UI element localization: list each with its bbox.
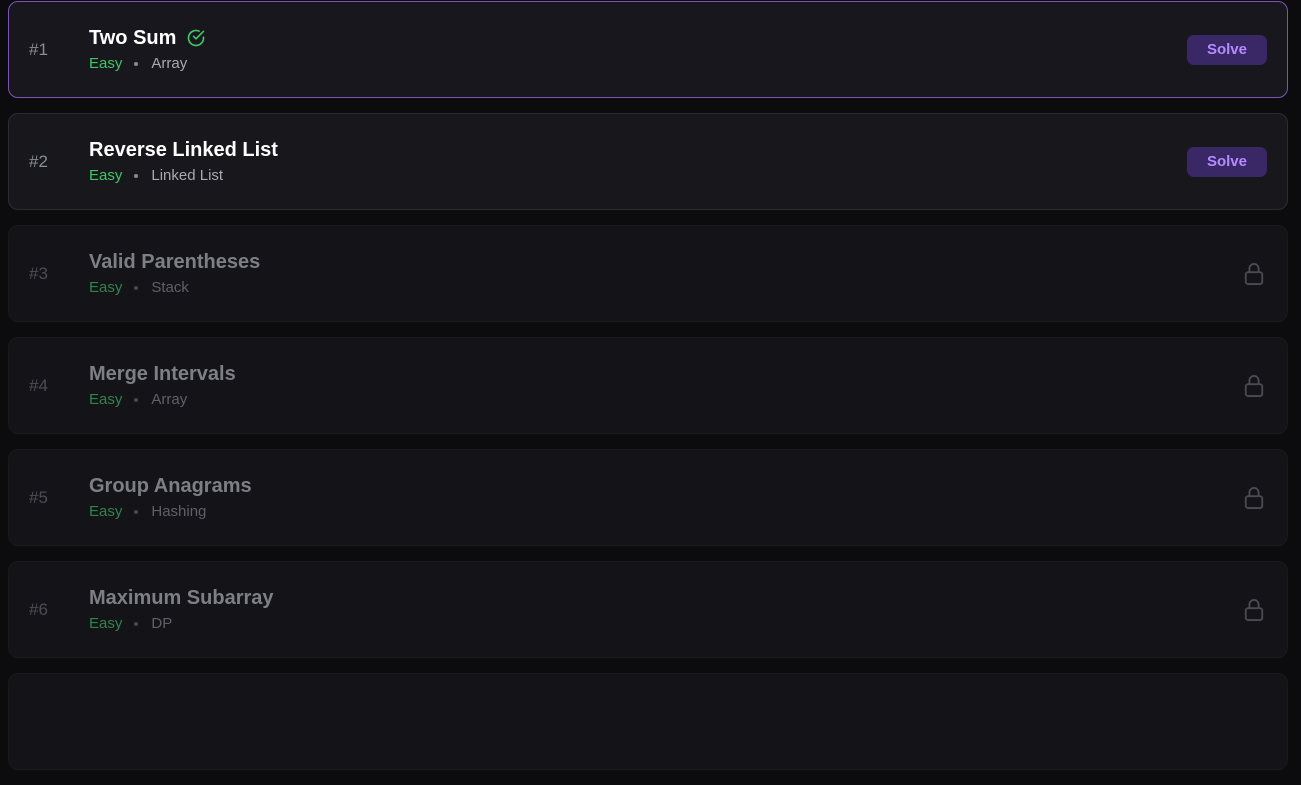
problem-title: Reverse Linked List [89, 139, 278, 161]
problem-meta: Easy Array [89, 55, 206, 72]
lock-icon [1244, 598, 1264, 621]
difficulty-label: Easy [89, 615, 123, 632]
separator-dot [134, 61, 139, 66]
difficulty-label: Easy [89, 391, 123, 408]
problem-meta: Easy Stack [89, 279, 260, 296]
problem-meta: Easy Array [89, 391, 236, 408]
problem-number: #1 [29, 39, 48, 59]
problem-number: #2 [29, 151, 48, 171]
problem-info: Group Anagrams Easy Hashing [89, 473, 252, 520]
topic-tag: Stack [151, 279, 189, 296]
separator-dot [134, 397, 139, 402]
problem-number: #4 [29, 375, 48, 395]
difficulty-label: Easy [89, 503, 123, 520]
problem-card-partial [8, 673, 1288, 770]
lock-icon [1244, 374, 1264, 397]
problem-title: Two Sum [89, 27, 177, 49]
solve-button[interactable]: Solve [1186, 146, 1267, 177]
problem-number: #6 [29, 599, 48, 619]
problem-meta: Easy Linked List [89, 167, 278, 184]
problem-title-row: Valid Parentheses [89, 249, 260, 275]
lock-icon [1244, 486, 1264, 509]
separator-dot [134, 621, 139, 626]
topic-tag: Array [151, 55, 188, 72]
topic-tag: DP [151, 615, 173, 632]
topic-tag: Hashing [151, 503, 207, 520]
problem-info: Reverse Linked List Easy Linked List [89, 137, 278, 184]
solve-button[interactable]: Solve [1186, 34, 1267, 65]
separator-dot [134, 173, 139, 178]
problem-number: #3 [29, 263, 48, 283]
problem-title-row: Maximum Subarray [89, 585, 274, 611]
problem-meta: Easy DP [89, 615, 274, 632]
problem-info: Merge Intervals Easy Array [89, 361, 236, 408]
problem-card-locked: #4 Merge Intervals Easy Array [8, 337, 1288, 434]
separator-dot [134, 509, 139, 514]
topic-tag: Linked List [151, 167, 224, 184]
problem-title: Maximum Subarray [89, 587, 274, 609]
problem-list: #1 Two Sum Easy Array Solve #2 Reverse L… [8, 1, 1288, 785]
problem-card[interactable]: #1 Two Sum Easy Array Solve [8, 1, 1288, 98]
problem-info: Maximum Subarray Easy DP [89, 585, 274, 632]
problem-title-row: Reverse Linked List [89, 137, 278, 163]
problem-title-row: Group Anagrams [89, 473, 252, 499]
problem-info: Two Sum Easy Array [89, 25, 206, 72]
difficulty-label: Easy [89, 279, 123, 296]
topic-tag: Array [151, 391, 188, 408]
difficulty-label: Easy [89, 167, 123, 184]
problem-title-row: Merge Intervals [89, 361, 236, 387]
problem-meta: Easy Hashing [89, 503, 252, 520]
problem-number: #5 [29, 487, 48, 507]
problem-card-locked: #5 Group Anagrams Easy Hashing [8, 449, 1288, 546]
difficulty-label: Easy [89, 55, 123, 72]
problem-title-row: Two Sum [89, 25, 206, 51]
problem-card-locked: #6 Maximum Subarray Easy DP [8, 561, 1288, 658]
separator-dot [134, 285, 139, 290]
check-circle-icon [188, 29, 205, 47]
problem-card[interactable]: #2 Reverse Linked List Easy Linked List … [8, 113, 1288, 210]
problem-info: Valid Parentheses Easy Stack [89, 249, 260, 296]
problem-title: Group Anagrams [89, 475, 252, 497]
problem-title: Merge Intervals [89, 363, 236, 385]
problem-title: Valid Parentheses [89, 251, 261, 273]
problem-card-locked: #3 Valid Parentheses Easy Stack [8, 225, 1288, 322]
lock-icon [1244, 262, 1264, 285]
